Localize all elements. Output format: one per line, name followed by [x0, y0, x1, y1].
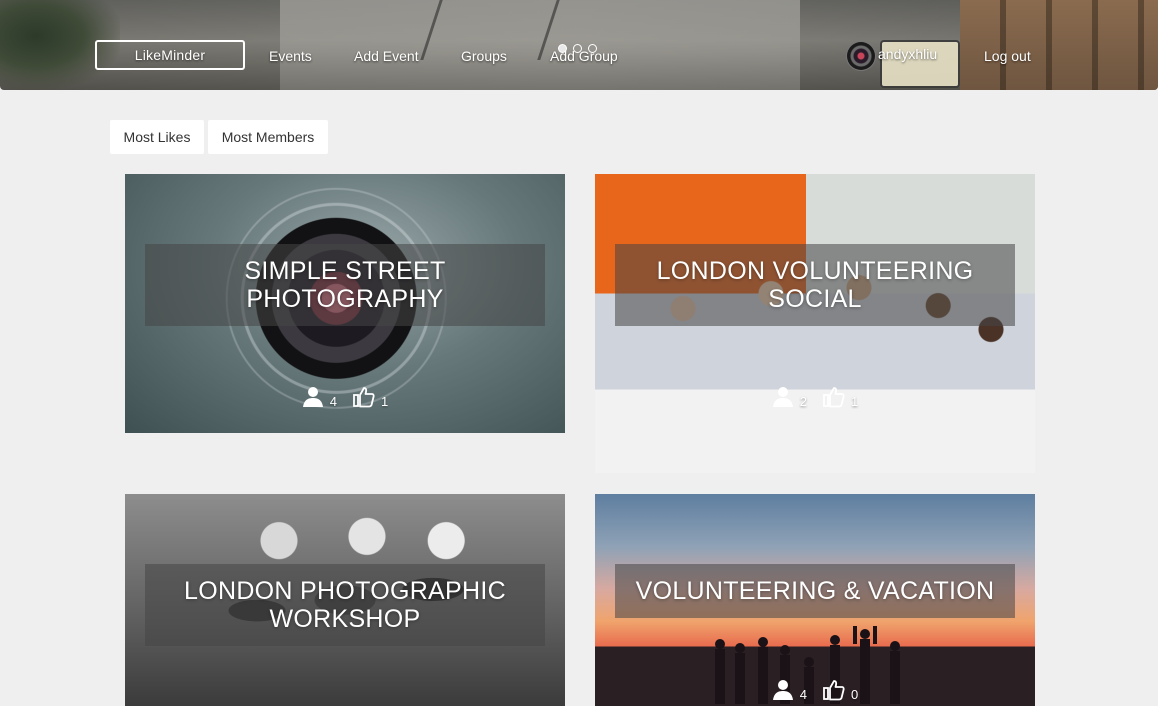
banner-building	[960, 0, 1158, 90]
logout-link[interactable]: Log out	[984, 47, 1031, 65]
members-count: 4	[799, 687, 807, 702]
group-title: VOLUNTEERING & VACATION	[635, 577, 995, 605]
group-card[interactable]: LONDON PHOTOGRAPHIC WORKSHOP	[125, 494, 565, 706]
likes-count: 1	[851, 394, 859, 409]
members-count: 4	[329, 394, 337, 409]
group-title: LONDON VOLUNTEERING SOCIAL	[656, 257, 974, 313]
carousel-dot-1[interactable]	[558, 44, 567, 53]
carousel-dot-3[interactable]	[588, 44, 597, 53]
group-stats: 4 1	[125, 386, 565, 408]
header-banner: LikeMinder Events Add Event Groups Add G…	[0, 0, 1158, 90]
user-icon	[772, 680, 793, 700]
group-card[interactable]: SIMPLE STREET PHOTOGRAPHY 4 1	[125, 174, 565, 433]
likes-stat[interactable]: 1	[823, 386, 858, 408]
user-icon	[302, 387, 323, 407]
group-title: SIMPLE STREET PHOTOGRAPHY	[244, 257, 446, 313]
members-stat: 4	[302, 386, 337, 408]
group-title-overlay: VOLUNTEERING & VACATION	[615, 564, 1015, 618]
likes-count: 0	[851, 687, 859, 702]
thumbs-up-icon	[353, 387, 375, 408]
user-name-link[interactable]: andyxhliu	[878, 45, 937, 63]
nav-add-event[interactable]: Add Event	[354, 47, 419, 65]
nav-groups[interactable]: Groups	[461, 47, 507, 65]
group-stats: 4 0	[595, 679, 1035, 701]
members-stat: 4	[772, 679, 807, 701]
group-card[interactable]: VOLUNTEERING & VACATION 4 0	[595, 494, 1035, 706]
likes-stat[interactable]: 1	[353, 386, 388, 408]
sort-most-likes-button[interactable]: Most Likes	[110, 120, 204, 154]
brand-logo-button[interactable]: LikeMinder	[95, 40, 245, 70]
group-stats: 2 1	[595, 386, 1035, 408]
likes-count: 1	[381, 394, 389, 409]
group-title-overlay: LONDON PHOTOGRAPHIC WORKSHOP	[145, 564, 545, 646]
nav-events[interactable]: Events	[269, 47, 312, 65]
carousel-indicators	[558, 44, 597, 53]
members-count: 2	[799, 394, 807, 409]
likes-stat[interactable]: 0	[823, 679, 858, 701]
carousel-dot-2[interactable]	[573, 44, 582, 53]
user-avatar[interactable]	[846, 41, 876, 71]
sort-most-members-button[interactable]: Most Members	[208, 120, 328, 154]
user-icon	[772, 387, 793, 407]
thumbs-up-icon	[823, 680, 845, 701]
group-title-overlay: SIMPLE STREET PHOTOGRAPHY	[145, 244, 545, 326]
group-title-overlay: LONDON VOLUNTEERING SOCIAL	[615, 244, 1015, 326]
group-title: LONDON PHOTOGRAPHIC WORKSHOP	[184, 577, 506, 633]
members-stat: 2	[772, 386, 807, 408]
thumbs-up-icon	[823, 387, 845, 408]
group-card[interactable]: LONDON VOLUNTEERING SOCIAL 2 1	[595, 174, 1035, 473]
